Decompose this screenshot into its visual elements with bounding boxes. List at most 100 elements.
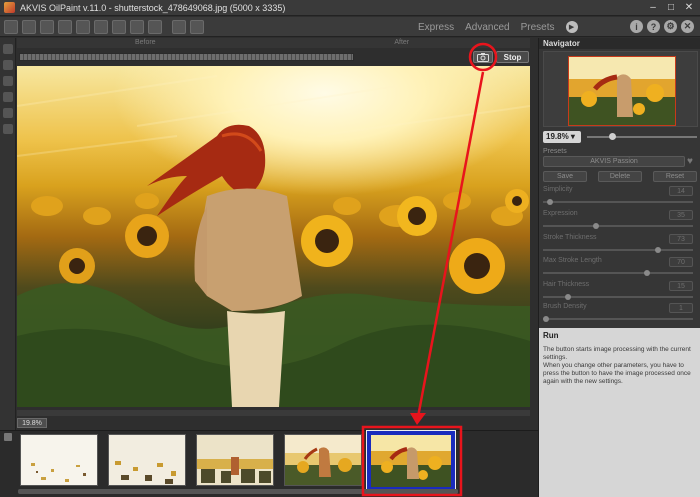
snapshot-image <box>21 435 97 485</box>
oil-painting-image <box>17 75 530 407</box>
tab-presets[interactable]: Presets <box>521 22 555 33</box>
navigator-title: Navigator <box>539 38 700 49</box>
slider-knob[interactable] <box>543 316 549 322</box>
brush-icon[interactable] <box>130 19 144 34</box>
tab-advanced[interactable]: Advanced <box>465 22 509 33</box>
eraser-tool-icon[interactable] <box>3 76 13 86</box>
param-slider[interactable] <box>543 270 693 276</box>
close-icon[interactable]: ✕ <box>680 1 698 14</box>
param-slider[interactable] <box>543 247 693 253</box>
snapshot-image <box>285 435 361 485</box>
tool-strip <box>0 38 16 430</box>
param-label: Stroke Thickness <box>543 234 597 241</box>
slider-knob[interactable] <box>655 247 662 253</box>
tab-before[interactable]: Before <box>17 38 274 48</box>
hint-panel: Run The button starts image processing w… <box>539 328 700 497</box>
param-max-stroke-length: Max Stroke Length 70 <box>543 257 697 279</box>
snapshot-thumb-4[interactable] <box>284 434 362 486</box>
preset-select[interactable]: AKVIS Passion <box>543 156 685 167</box>
param-label: Max Stroke Length <box>543 257 602 264</box>
slider-knob[interactable] <box>564 294 571 300</box>
param-label: Hair Thickness <box>543 281 590 288</box>
param-slider[interactable] <box>543 294 693 300</box>
param-slider[interactable] <box>543 199 693 205</box>
open-icon[interactable] <box>4 19 18 34</box>
before-after-tabs: Before After <box>17 38 530 48</box>
camera-icon <box>477 52 489 62</box>
param-simplicity: Simplicity 14 <box>543 186 697 208</box>
param-label: Simplicity <box>543 186 573 193</box>
param-label: Brush Density <box>543 303 587 310</box>
tab-after[interactable]: After <box>274 38 531 48</box>
run-button[interactable]: ▶ <box>565 21 578 33</box>
param-slider[interactable] <box>543 316 693 322</box>
brush-tool-icon[interactable] <box>3 44 13 54</box>
param-value-field[interactable]: 35 <box>669 210 693 220</box>
redo-icon[interactable] <box>190 19 204 34</box>
navigator-preview[interactable] <box>568 56 676 126</box>
zoom-level: 19.8% <box>17 418 47 428</box>
param-stroke-thickness: Stroke Thickness 73 <box>543 234 697 256</box>
save-icon[interactable] <box>22 19 36 34</box>
param-expression: Expression 35 <box>543 210 697 232</box>
param-value-field[interactable]: 73 <box>669 234 693 244</box>
hand-tool-icon[interactable] <box>3 108 13 118</box>
info-icon[interactable]: i <box>630 20 643 33</box>
dropper-tool-icon[interactable] <box>3 92 13 102</box>
tab-express[interactable]: Express <box>418 22 454 33</box>
param-value-field[interactable]: 14 <box>669 186 693 196</box>
filmstrip-scrollbar[interactable] <box>18 489 458 494</box>
stroke-tool-icon[interactable] <box>3 60 13 70</box>
slider-knob[interactable] <box>593 223 600 229</box>
settings-panel: Navigator 19.8% ▾ Presets AKVIS Passion … <box>538 38 700 497</box>
snapshot-image <box>371 435 451 487</box>
stop-button[interactable]: Stop <box>496 51 529 63</box>
image-canvas[interactable] <box>17 66 530 407</box>
print-icon[interactable] <box>40 19 54 34</box>
navigator-zoom-select[interactable]: 19.8% ▾ <box>543 131 581 143</box>
reset-preset-button[interactable]: Reset <box>653 171 697 182</box>
snapshot-thumb-3[interactable] <box>196 434 274 486</box>
navigator-zoom-slider[interactable] <box>587 133 697 140</box>
share-icon[interactable] <box>58 19 72 34</box>
slider-knob[interactable] <box>643 270 650 276</box>
param-value-field[interactable]: 70 <box>669 257 693 267</box>
navigator-image <box>569 57 675 125</box>
minimize-icon[interactable]: – <box>644 1 662 14</box>
app-logo-icon <box>4 2 15 13</box>
preferences-icon[interactable]: ⚙ <box>664 20 677 33</box>
canvas-scrollbar[interactable] <box>17 410 530 416</box>
hint-line-1: The button starts image processing with … <box>543 346 691 361</box>
toolbar: Express Advanced Presets ▶ i ? ⚙ ✕ <box>0 17 700 37</box>
param-value-field[interactable]: 15 <box>669 281 693 291</box>
maximize-icon[interactable]: □ <box>662 1 680 14</box>
window-title: AKVIS OilPaint v.11.0 - shutterstock_478… <box>20 2 286 13</box>
settings-icon[interactable] <box>112 19 126 34</box>
zoom-tool-icon[interactable] <box>3 124 13 134</box>
snapshot-thumb-1[interactable] <box>20 434 98 486</box>
delete-preset-button[interactable]: Delete <box>598 171 642 182</box>
navigator-zoom-value: 19.8% <box>546 132 569 141</box>
batch-icon[interactable] <box>76 19 90 34</box>
trash-icon[interactable] <box>4 433 12 441</box>
progress-row: Stop <box>17 51 530 63</box>
snapshot-thumb-5-selected[interactable] <box>366 430 456 492</box>
check-icon[interactable] <box>148 19 162 34</box>
snapshot-image <box>109 435 185 485</box>
close-app-icon[interactable]: ✕ <box>681 20 694 33</box>
help-icon[interactable]: ? <box>647 20 660 33</box>
snapshot-camera-button[interactable] <box>473 51 493 63</box>
undo-icon[interactable] <box>172 19 186 34</box>
param-label: Expression <box>543 210 578 217</box>
title-bar: AKVIS OilPaint v.11.0 - shutterstock_478… <box>0 0 700 16</box>
snapshot-thumb-2[interactable] <box>108 434 186 486</box>
slider-knob[interactable] <box>609 133 616 140</box>
canvas-icon[interactable] <box>94 19 108 34</box>
hint-line-2: When you change other parameters, you ha… <box>543 362 691 385</box>
param-value-field[interactable]: 1 <box>669 303 693 313</box>
snapshot-image <box>197 435 273 485</box>
save-preset-button[interactable]: Save <box>543 171 587 182</box>
favorite-heart-icon[interactable]: ♥ <box>687 156 693 167</box>
param-slider[interactable] <box>543 223 693 229</box>
slider-knob[interactable] <box>547 199 554 205</box>
